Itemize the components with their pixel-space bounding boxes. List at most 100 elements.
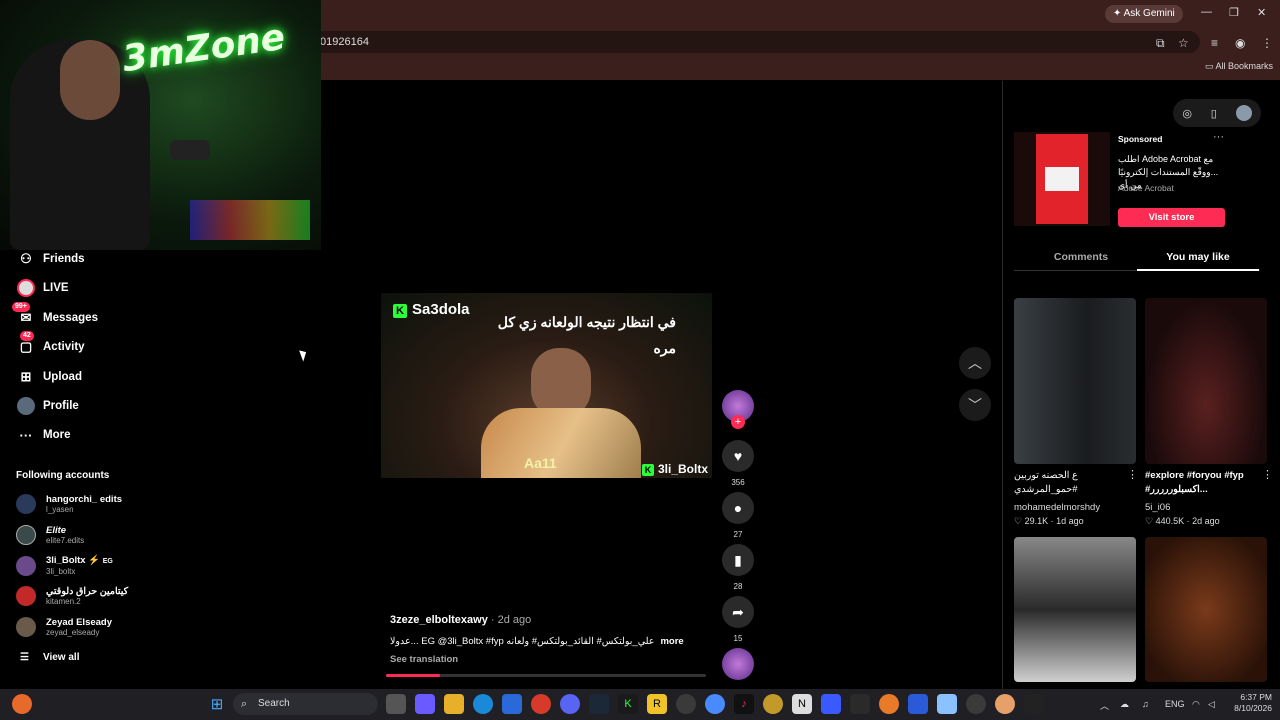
sidebar-item-activity[interactable]: ▢ 42 Activity [16, 331, 85, 358]
sidebar-item-messages[interactable]: ✉ 99+ Messages [12, 302, 98, 329]
video-author[interactable]: mohamedelmorshdy [1014, 502, 1100, 513]
video-thumbnail[interactable] [1014, 298, 1136, 464]
all-bookmarks-button[interactable]: ▭ All Bookmarks [1205, 61, 1273, 72]
sidebar-item-more[interactable]: ··· More [16, 424, 71, 446]
compass-icon[interactable]: ◎ [1182, 107, 1192, 120]
previous-video-button[interactable]: ︿ [959, 347, 991, 379]
video-progress-bar[interactable] [386, 674, 706, 677]
following-account[interactable]: كيتامين حراق دلوقتي kitamen.2 [16, 584, 128, 608]
ad-brand: Adobe Acrobat [1118, 183, 1174, 193]
app-icon[interactable] [763, 694, 783, 714]
kick-app-icon[interactable]: K [618, 694, 638, 714]
store-icon[interactable] [502, 694, 522, 714]
discord-icon[interactable] [560, 694, 580, 714]
browser-menu-icon[interactable]: ⋮ [1261, 36, 1273, 50]
visit-store-button[interactable]: Visit store [1118, 208, 1225, 227]
user-avatar-icon[interactable] [1235, 105, 1252, 121]
blender-icon[interactable] [879, 694, 899, 714]
bookmark-star-icon[interactable]: ☆ [1178, 36, 1189, 50]
edge-icon[interactable] [473, 694, 493, 714]
following-account[interactable]: hangorchi_ edits l_yasen [16, 492, 122, 516]
rockstar-icon[interactable]: R [647, 694, 667, 714]
weather-icon[interactable] [12, 694, 32, 714]
app-icon[interactable] [995, 694, 1015, 714]
notepad-icon[interactable] [937, 694, 957, 714]
save-button[interactable]: ▮ 28 [722, 544, 754, 591]
following-account[interactable]: 3li_Boltx ⚡ EG 3li_boltx [16, 554, 113, 578]
tray-overflow-icon[interactable]: ︿ [1100, 699, 1109, 712]
video-player[interactable]: K Sa3dola في انتظار نتيجه الولعانه زي كل … [381, 293, 712, 478]
app-icon[interactable] [966, 694, 986, 714]
next-video-button[interactable]: ﹀ [959, 389, 991, 421]
sidebar-item-live[interactable]: LIVE [16, 277, 69, 299]
list-icon: ☰ [20, 652, 29, 663]
app-icon[interactable] [908, 694, 928, 714]
video-options-icon[interactable]: ⋮ [1127, 468, 1138, 481]
steam-icon[interactable] [589, 694, 609, 714]
windows-start-icon[interactable]: ⊞ [207, 694, 227, 714]
tiktok-icon[interactable]: ♪ [734, 694, 754, 714]
music-disc-icon[interactable] [722, 648, 754, 680]
reading-list-icon[interactable]: ≡ [1211, 36, 1218, 50]
post-author[interactable]: 3zeze_elboltexawy · 2d ago [390, 614, 531, 626]
mouse-cursor [299, 348, 309, 362]
tab-you-may-like[interactable]: You may like [1137, 243, 1259, 271]
video-thumbnail[interactable] [1014, 537, 1136, 682]
sidebar-item-friends[interactable]: ⚇ Friends [16, 248, 84, 270]
share-icon: ➦ [722, 596, 754, 628]
address-bar[interactable]: 01926164 [230, 31, 1200, 53]
obs-icon[interactable] [676, 694, 696, 714]
taskbar-clock[interactable]: 6:37 PM 8/10/2026 [1228, 692, 1272, 714]
sparkle-icon: ✦ [1113, 8, 1124, 19]
activity-icon: ▢ 42 [19, 331, 34, 354]
ad-thumbnail[interactable] [1014, 132, 1110, 226]
share-button[interactable]: ➦ 15 [722, 596, 754, 643]
more-button[interactable]: more [660, 636, 683, 647]
chrome-icon[interactable] [531, 694, 551, 714]
video-options-icon[interactable]: ⋮ [1262, 468, 1273, 481]
wifi-icon[interactable]: ◠ [1192, 699, 1200, 710]
see-translation-button[interactable]: See translation [390, 654, 458, 665]
phone-icon[interactable]: ▯ [1211, 107, 1217, 120]
app-icon[interactable] [705, 694, 725, 714]
video-author[interactable]: 5i_i06 [1145, 502, 1170, 513]
task-view-icon[interactable] [386, 694, 406, 714]
ad-options-icon[interactable]: ··· [1213, 131, 1224, 143]
language-indicator[interactable]: ENG [1165, 699, 1185, 709]
app-icon[interactable] [850, 694, 870, 714]
notion-icon[interactable]: N [792, 694, 812, 714]
close-icon[interactable]: ✕ [1257, 6, 1266, 19]
comment-button[interactable]: ● 27 [722, 492, 754, 539]
following-account[interactable]: Zeyad Elseady zeyad_elseady [16, 615, 112, 639]
video-thumbnail[interactable] [1145, 298, 1267, 464]
install-app-icon[interactable]: ⧉ [1156, 36, 1165, 51]
video-thumbnail[interactable] [1145, 537, 1267, 682]
sidebar-item-upload[interactable]: ⊞ Upload [16, 366, 82, 388]
mic-icon[interactable]: ♫ [1142, 699, 1149, 709]
volume-icon[interactable]: ◁ [1208, 699, 1215, 710]
post-description-text: عدولا... EG @3li_Boltx #fyp علي_بولتكس# … [390, 636, 655, 647]
ask-gemini-button[interactable]: ✦ Ask Gemini [1105, 5, 1183, 23]
account-name: Zeyad Elseady [46, 616, 113, 628]
sidebar-item-label: Upload [43, 371, 82, 383]
like-button[interactable]: ♥ 356 [722, 440, 754, 487]
maximize-icon[interactable]: ❐ [1229, 6, 1239, 19]
video-caption: #explore #foryou #fyp #اكسبلوررررر... [1145, 470, 1244, 495]
follow-plus-icon[interactable]: + [731, 415, 745, 429]
folder-icon: ▭ [1205, 61, 1216, 71]
app-icon[interactable] [821, 694, 841, 714]
file-explorer-icon[interactable] [444, 694, 464, 714]
profile-avatar-icon[interactable]: ◉ [1235, 36, 1245, 50]
tab-comments[interactable]: Comments [1020, 243, 1142, 271]
rgb-lights [190, 200, 310, 240]
copilot-icon[interactable] [415, 694, 435, 714]
view-all-button[interactable]: ☰ View all [20, 652, 79, 663]
comment-count: 27 [733, 530, 743, 539]
account-name: 3li_Boltx [46, 555, 86, 566]
following-account[interactable]: Elite elite7.edits [16, 523, 84, 547]
minimize-icon[interactable]: — [1201, 6, 1212, 18]
cloud-icon[interactable]: ☁ [1120, 699, 1129, 710]
app-icon[interactable] [1024, 694, 1044, 714]
taskbar-search[interactable]: ⌕ Search [233, 693, 378, 715]
sidebar-item-profile[interactable]: Profile [16, 395, 79, 417]
